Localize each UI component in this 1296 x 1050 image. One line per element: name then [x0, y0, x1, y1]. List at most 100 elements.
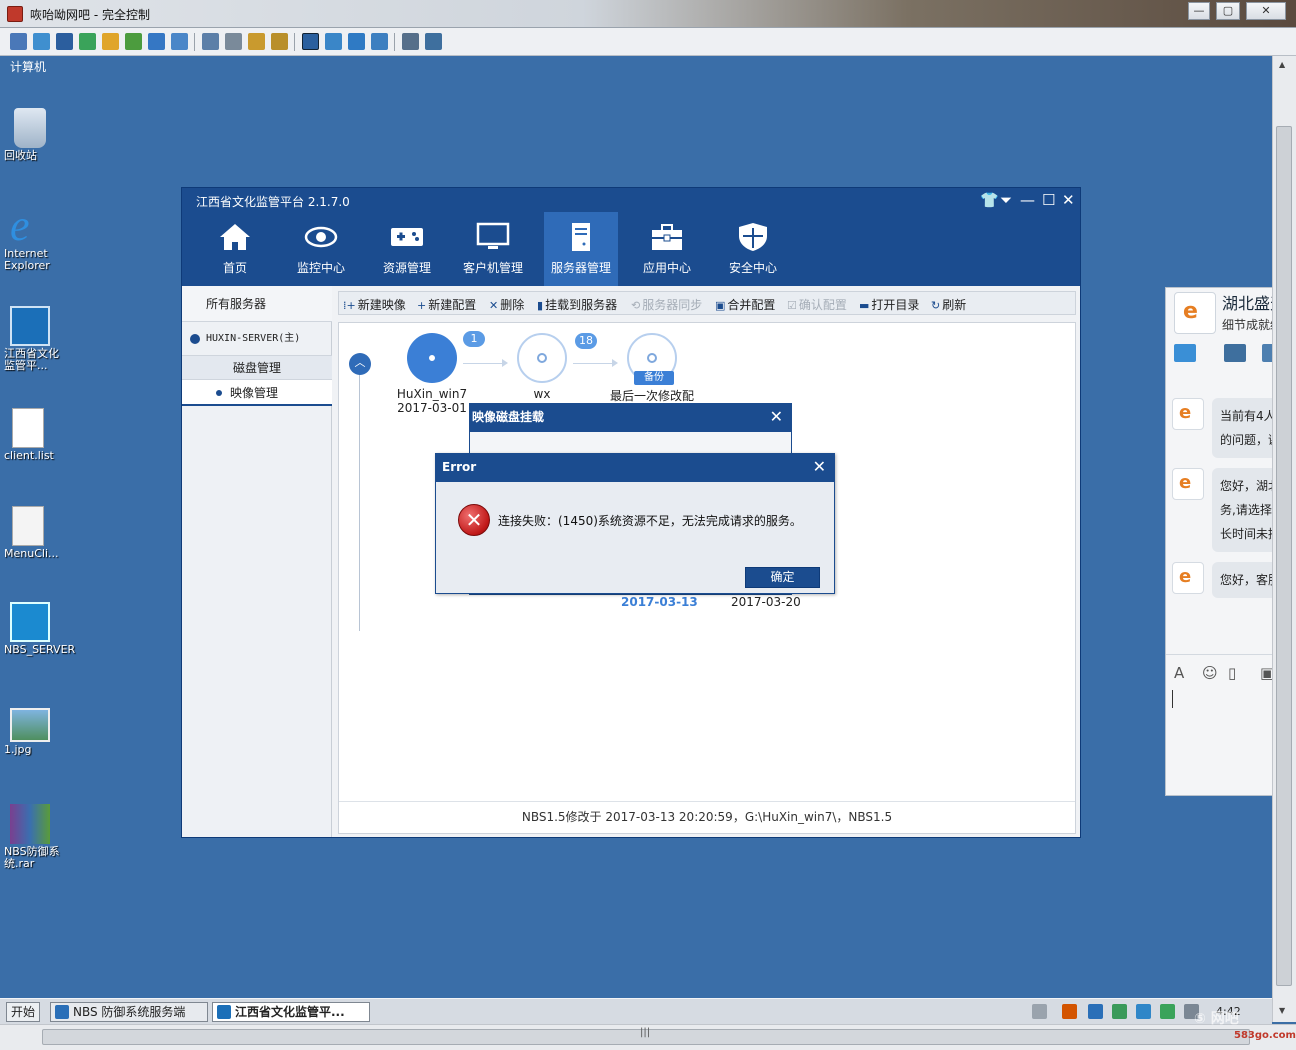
tray-server-icon[interactable]: [1088, 1004, 1103, 1019]
emoji-icon[interactable]: ☺: [1202, 664, 1218, 682]
app-minimize-button[interactable]: —: [1020, 192, 1035, 208]
nav-server-management[interactable]: 服务器管理: [544, 212, 618, 286]
sidebar-category-disk[interactable]: 磁盘管理: [182, 356, 332, 380]
scale-icon[interactable]: [348, 33, 365, 50]
vertical-scrollbar[interactable]: ▲ ▼: [1272, 56, 1296, 1022]
desktop-icon-rar[interactable]: NBS防御系 统.rar: [4, 804, 64, 870]
start-button[interactable]: 开始: [6, 1002, 40, 1022]
scroll-down-icon[interactable]: ▼: [1279, 1006, 1285, 1015]
lock-icon[interactable]: [248, 33, 265, 50]
nav-resource-management[interactable]: 资源管理: [370, 212, 444, 286]
screenshot-icon[interactable]: ▯: [1228, 664, 1236, 682]
window-icon[interactable]: [33, 33, 50, 50]
image-node-huxin-win7[interactable]: 1 HuXin_win7 2017-03-01: [387, 331, 485, 415]
task-nbs-defense[interactable]: NBS 防御系统服务端: [50, 1002, 208, 1022]
upload-icon[interactable]: [202, 33, 219, 50]
fit-screen-icon[interactable]: [325, 33, 342, 50]
toolbox-icon: [652, 224, 682, 250]
error-dialog-close-icon[interactable]: ✕: [813, 457, 826, 476]
new-image-button[interactable]: ⁞+ 新建映像: [343, 296, 406, 313]
file-icon: [12, 408, 44, 448]
fullscreen-icon[interactable]: [302, 33, 319, 50]
close-button[interactable]: ✕: [1246, 2, 1286, 20]
folder-icon: ▬: [859, 299, 870, 312]
sidebar-server-huxin[interactable]: HUXIN-SERVER(主): [182, 322, 332, 356]
confirm-config-button[interactable]: ☑ 确认配置: [787, 296, 847, 313]
horizontal-scrollbar[interactable]: |||: [0, 1024, 1296, 1050]
desktop-icon-client-list[interactable]: client.list: [4, 408, 64, 462]
sidebar-all-servers[interactable]: 所有服务器: [182, 286, 332, 322]
watermark: ⑤ 网吧: [1194, 1011, 1239, 1027]
sidebar-item-image-management[interactable]: 映像管理: [182, 380, 332, 406]
chat-avatar: e: [1172, 468, 1204, 500]
collapse-button[interactable]: ︿: [349, 353, 371, 375]
tray-upload-icon[interactable]: [1136, 1004, 1151, 1019]
tray-network-icon[interactable]: [1112, 1004, 1127, 1019]
message-icon[interactable]: [171, 33, 188, 50]
outer-titlebar: 咴咍呦网吧 - 完全控制 — ▢ ✕: [0, 0, 1296, 28]
scroll-up-icon[interactable]: ▲: [1279, 60, 1285, 69]
tray-app-icon[interactable]: [1062, 1004, 1077, 1019]
tools-icon[interactable]: [425, 33, 442, 50]
watermark-url: 583go.com: [1234, 1030, 1296, 1041]
refresh-screen-icon[interactable]: [371, 33, 388, 50]
desktop-icon-recycle-bin[interactable]: 回收站: [4, 108, 64, 162]
error-dialog-title: Error: [436, 454, 834, 482]
maximize-button[interactable]: ▢: [1216, 2, 1240, 20]
transfer-file-icon[interactable]: [1174, 344, 1196, 362]
merge-config-button[interactable]: ▣ 合并配置: [715, 296, 775, 313]
app-maximize-button[interactable]: ☐: [1042, 192, 1055, 208]
desktop-icon-menucli[interactable]: MenuCli...: [4, 506, 64, 560]
font-icon[interactable]: A: [1174, 664, 1184, 682]
disc-icon: 18: [517, 333, 597, 383]
app-close-button[interactable]: ✕: [1062, 192, 1075, 208]
chat-icon[interactable]: [125, 33, 142, 50]
nav-client-management[interactable]: 客户机管理: [456, 212, 530, 286]
keyboard-icon[interactable]: [1032, 1004, 1047, 1019]
check-circle-icon: [190, 334, 200, 344]
mount-dialog-close-icon[interactable]: ✕: [770, 407, 783, 426]
phone-icon[interactable]: [148, 33, 165, 50]
merge-icon: ▣: [715, 299, 726, 312]
server-sync-button[interactable]: ⟲ 服务器同步: [631, 296, 702, 313]
timeline-date: 2017-03-13: [621, 595, 698, 609]
minimize-button[interactable]: —: [1188, 2, 1210, 20]
unlock-icon[interactable]: [271, 33, 288, 50]
new-config-button[interactable]: + 新建配置: [417, 296, 476, 313]
remote-assist-icon[interactable]: [1224, 344, 1246, 362]
desktop-icon-ie[interactable]: e Internet Explorer: [4, 204, 64, 272]
mount-to-server-button[interactable]: ▮ 挂载到服务器: [537, 296, 617, 313]
disc-icon: 1: [407, 331, 485, 383]
toolbar-separator: [194, 33, 195, 51]
menu-dropdown-icon[interactable]: ⏷: [1000, 192, 1012, 208]
delete-button[interactable]: ✕ 删除: [489, 296, 524, 313]
desktop-icon-app-shortcut[interactable]: 江西省文化 监管平...: [4, 306, 64, 372]
refresh-icon: ↻: [931, 299, 941, 312]
power-icon[interactable]: [102, 33, 119, 50]
toolbar-separator: [294, 33, 295, 51]
taskbar: 开始 NBS 防御系统服务端 江西省文化监管平... 4:42: [0, 998, 1272, 1024]
network-icon[interactable]: [225, 33, 242, 50]
scroll-thumb[interactable]: [1276, 126, 1292, 986]
image-node-wx[interactable]: 18 wx: [497, 333, 597, 401]
nav-security-center[interactable]: 安全中心: [716, 212, 790, 286]
nav-monitor-center[interactable]: 监控中心: [284, 212, 358, 286]
tray-check-icon[interactable]: [1160, 1004, 1175, 1019]
skin-icon[interactable]: 👕: [980, 192, 999, 208]
desktop-icon-jpg[interactable]: 1.jpg: [4, 708, 64, 756]
copy-icon[interactable]: [402, 33, 419, 50]
screen-icon[interactable]: [10, 33, 27, 50]
refresh-button[interactable]: ↻ 刷新: [931, 296, 966, 313]
task-jiangxi-platform[interactable]: 江西省文化监管平...: [212, 1002, 370, 1022]
app-icon: [217, 1005, 231, 1019]
app-title: 江西省文化监管平台 2.1.7.0: [196, 195, 350, 209]
error-icon: ✕: [458, 504, 490, 536]
transfer-icon[interactable]: [79, 33, 96, 50]
chat-input-caret[interactable]: [1172, 690, 1173, 708]
desktop-icon-nbs-server[interactable]: NBS_SERVER: [4, 602, 75, 656]
nav-home[interactable]: 首页: [198, 212, 272, 286]
open-directory-button[interactable]: ▬ 打开目录: [859, 296, 919, 313]
ok-button[interactable]: 确定: [745, 567, 820, 588]
nav-app-center[interactable]: 应用中心: [630, 212, 704, 286]
terminal-icon[interactable]: [56, 33, 73, 50]
